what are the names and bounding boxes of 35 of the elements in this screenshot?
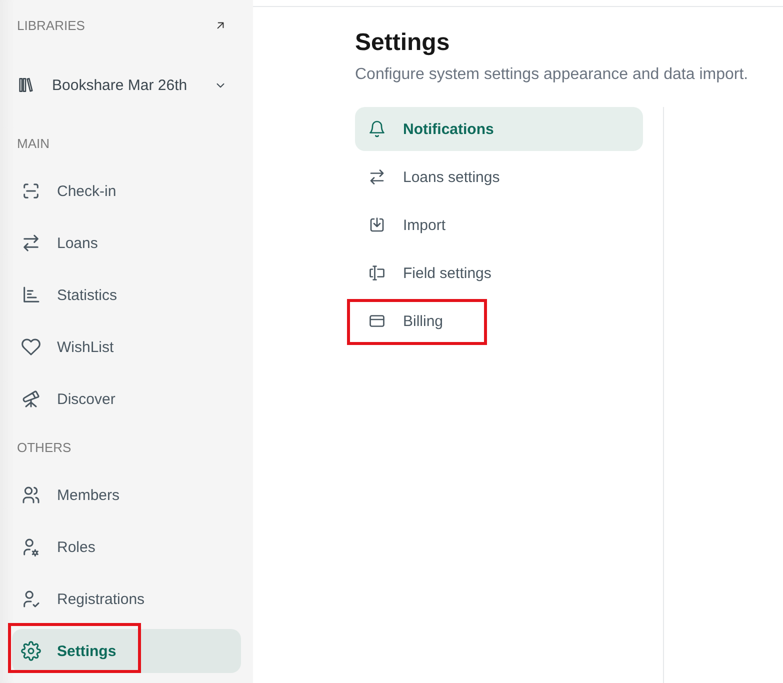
users-icon <box>21 485 41 505</box>
download-icon <box>368 216 386 234</box>
user-check-icon <box>21 589 41 609</box>
user-gear-icon <box>21 537 41 557</box>
settings-menu-item[interactable]: Field settings <box>355 251 643 295</box>
swap-arrows-icon <box>368 168 386 186</box>
library-selector[interactable]: Bookshare Mar 26th <box>12 63 241 107</box>
sidebar-nav-item[interactable]: Settings <box>12 629 241 673</box>
settings-icon <box>21 641 41 661</box>
text-field-icon <box>368 264 386 282</box>
sidebar-nav-item[interactable]: Discover <box>12 377 241 421</box>
settings-menu-item[interactable]: Loans settings <box>355 155 643 199</box>
credit-card-icon <box>368 312 386 330</box>
bell-icon <box>368 120 386 138</box>
settings-menu-item[interactable]: Billing <box>355 299 643 343</box>
sidebar-nav-item[interactable]: Members <box>12 473 241 517</box>
bar-chart-icon <box>21 285 41 305</box>
sidebar-nav-item[interactable]: Registrations <box>12 577 241 621</box>
swap-arrows-icon <box>21 233 41 253</box>
settings-menu-item[interactable]: Import <box>355 203 643 247</box>
books-icon <box>17 76 34 94</box>
scan-icon <box>21 181 41 201</box>
section-heading: LIBRARIES <box>17 18 85 32</box>
sidebar-nav-item[interactable]: Statistics <box>12 273 241 317</box>
heart-icon <box>21 337 41 357</box>
page-title: Settings <box>355 28 450 58</box>
sidebar-nav-item[interactable]: Check-in <box>12 169 241 213</box>
sidebar-nav-item[interactable]: Loans <box>12 221 241 265</box>
sidebar-nav-item[interactable]: WishList <box>12 325 241 369</box>
section-heading: MAIN <box>17 136 50 150</box>
sidebar-nav-item[interactable]: Roles <box>12 525 241 569</box>
settings-menu-item[interactable]: Notifications <box>355 107 643 151</box>
section-heading: OTHERS <box>17 440 72 454</box>
telescope-icon <box>21 389 41 409</box>
page-subtitle: Configure system settings appearance and data import. <box>355 65 748 85</box>
